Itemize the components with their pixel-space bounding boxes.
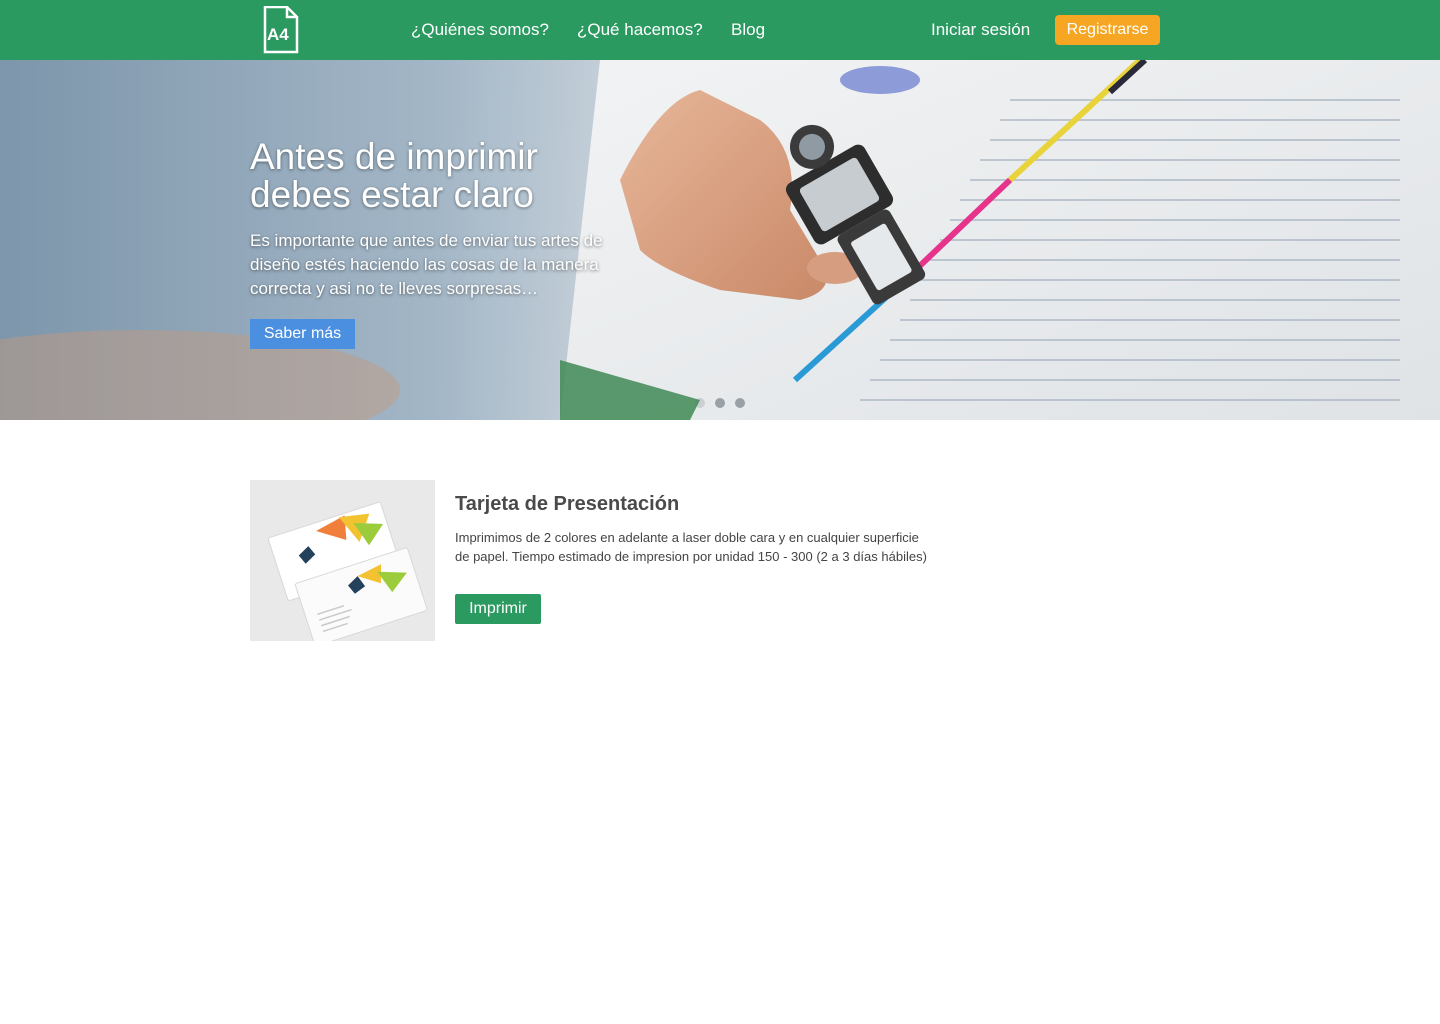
register-button[interactable]: Registrarse bbox=[1055, 15, 1160, 45]
slider-dot-3[interactable] bbox=[735, 398, 745, 408]
logo-text: A4 bbox=[267, 25, 289, 44]
hero-subtitle: Es importante que antes de enviar tus ar… bbox=[250, 231, 603, 298]
product-title: Tarjeta de Presentación bbox=[455, 493, 680, 515]
slider-dot-2[interactable] bbox=[715, 398, 725, 408]
product-description: Imprimimos de 2 colores en adelante a la… bbox=[455, 530, 927, 564]
nav-blog[interactable]: Blog bbox=[731, 18, 765, 42]
hero-background-image bbox=[0, 60, 1440, 420]
print-button[interactable]: Imprimir bbox=[455, 594, 541, 624]
a4-logo[interactable]: A4 bbox=[263, 6, 299, 54]
slider-dot-1[interactable] bbox=[695, 398, 705, 408]
hero-title: Antes de imprimir debes estar claro bbox=[250, 138, 670, 214]
learn-more-button[interactable]: Saber más bbox=[250, 319, 355, 349]
hero-title-line-2: debes estar claro bbox=[250, 174, 534, 215]
business-card-image bbox=[250, 480, 435, 641]
nav-que-hacemos[interactable]: ¿Qué hacemos? bbox=[577, 18, 703, 42]
login-link[interactable]: Iniciar sesión bbox=[931, 18, 1030, 42]
hero-title-line-1: Antes de imprimir bbox=[250, 136, 538, 177]
hero-slider: Antes de imprimir debes estar claro Es i… bbox=[0, 60, 1440, 420]
top-navbar: A4 ¿Quiénes somos? ¿Qué hacemos? Blog In… bbox=[0, 0, 1440, 60]
nav-quienes-somos[interactable]: ¿Quiénes somos? bbox=[411, 18, 549, 42]
